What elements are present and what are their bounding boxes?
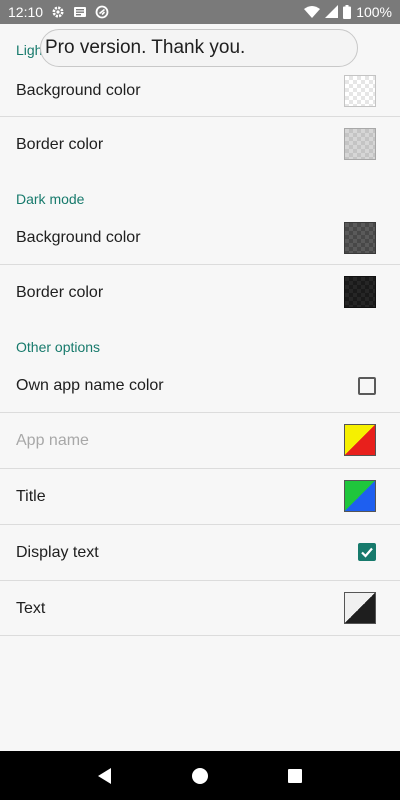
- dark-border-color-row[interactable]: Border color: [0, 265, 400, 320]
- title-label: Title: [16, 487, 46, 505]
- battery-percent: 100%: [356, 4, 392, 20]
- toast-text: Pro version. Thank you.: [45, 37, 246, 58]
- sync-icon: [95, 5, 109, 19]
- recents-icon[interactable]: [281, 762, 309, 790]
- dark-border-color-label: Border color: [16, 283, 104, 301]
- wifi-icon: [304, 5, 321, 19]
- display-text-row[interactable]: Display text: [0, 525, 400, 580]
- light-background-color-label: Background color: [16, 82, 141, 99]
- light-border-color-label: Border color: [16, 135, 104, 153]
- text-label: Text: [16, 599, 46, 617]
- app-name-row: App name: [0, 413, 400, 468]
- navigation-bar: [0, 751, 400, 800]
- title-color-swatch[interactable]: [344, 480, 376, 512]
- checkmark-icon: [361, 547, 373, 558]
- section-header-other-options: Other options: [16, 339, 101, 355]
- title-row[interactable]: Title: [0, 469, 400, 524]
- home-icon[interactable]: [186, 762, 214, 790]
- section-header-light-mode: Ligh: [16, 42, 43, 58]
- dark-border-color-swatch[interactable]: [344, 276, 376, 308]
- light-background-color-row[interactable]: Background color: [0, 65, 400, 117]
- gear-icon: [51, 5, 65, 19]
- display-text-checkbox[interactable]: [358, 543, 376, 561]
- own-app-name-color-row[interactable]: Own app name color: [0, 360, 400, 412]
- toast-message: Pro version. Thank you.: [40, 29, 358, 67]
- dark-background-color-row[interactable]: Background color: [0, 212, 400, 264]
- app-name-color-swatch: [344, 424, 376, 456]
- own-app-name-color-label: Own app name color: [16, 377, 164, 394]
- battery-icon: [343, 5, 352, 19]
- newspaper-icon: [73, 5, 87, 19]
- light-border-color-row[interactable]: Border color: [0, 117, 400, 172]
- status-time: 12:10: [8, 4, 44, 20]
- dark-background-color-swatch[interactable]: [344, 222, 376, 254]
- settings-list: Ligh Background color Border color Dark …: [0, 24, 400, 751]
- light-border-color-swatch[interactable]: [344, 128, 376, 160]
- light-background-color-swatch[interactable]: [344, 75, 376, 107]
- text-row[interactable]: Text: [0, 581, 400, 636]
- back-icon[interactable]: [91, 762, 119, 790]
- own-app-name-color-checkbox[interactable]: [358, 377, 376, 395]
- signal-icon: [325, 5, 339, 19]
- divider: [0, 635, 400, 636]
- display-text-label: Display text: [16, 543, 99, 561]
- dark-background-color-label: Background color: [16, 229, 141, 246]
- text-color-swatch[interactable]: [344, 592, 376, 624]
- section-header-dark-mode: Dark mode: [16, 191, 85, 207]
- app-name-label: App name: [16, 431, 89, 449]
- status-bar: 12:10 100%: [0, 0, 400, 24]
